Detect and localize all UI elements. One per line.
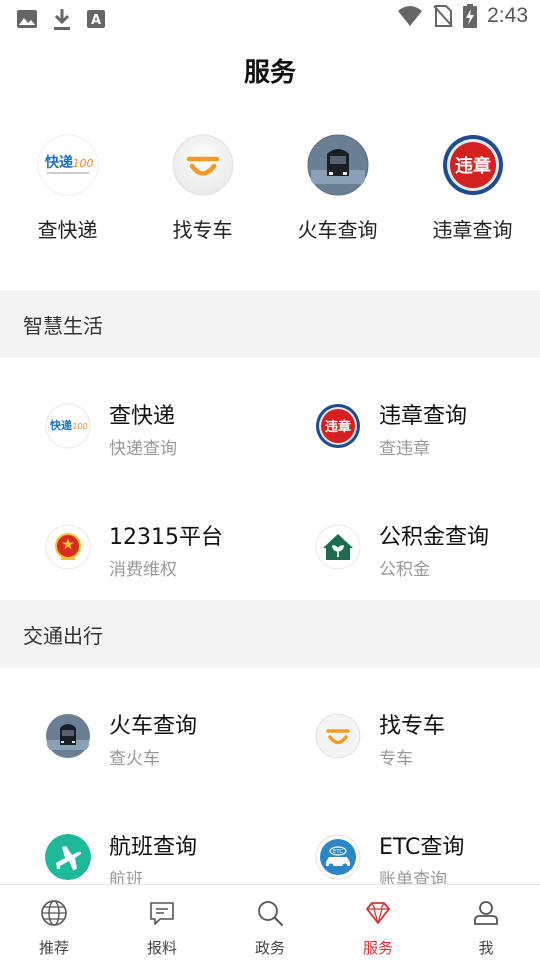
nav-tab-report[interactable]: 报料 [108,885,216,961]
violation-badge-icon: 违章 [442,134,504,196]
service-title: 12315平台 [109,525,223,550]
nav-tab-recommend[interactable]: 推荐 [0,885,108,961]
section-title: 智慧生活 [23,314,103,338]
kuaidi-logo-number: 100 [72,422,87,431]
national-emblem-icon [45,524,91,570]
kuaidi-logo-text: 快递 [49,418,72,432]
violation-logo-text: 违章 [455,155,491,177]
quick-link-train[interactable]: 火车查询 [270,134,405,243]
font-notification-icon: A [87,10,105,28]
search-icon [258,901,283,926]
no-sim-icon [433,5,453,27]
svg-text:A: A [91,13,101,28]
quick-links-grid: 快递 100 查快递 找专车 火车查询 违章 违章查询 [0,134,540,244]
page-title: 服务 [243,58,296,88]
etc-logo-text: ETC [333,849,344,855]
globe-icon [41,900,67,926]
service-subtitle: 专车 [379,749,413,769]
wifi-icon [398,6,423,26]
service-item-housing-fund[interactable]: 公积金查询 公积金 [270,479,540,600]
kuaidi100-logo-icon: 快递 100 [37,134,99,196]
service-item-violation[interactable]: 违章 违章查询 查违章 [270,358,540,479]
status-bar: A 2:43 [0,0,540,36]
service-title: 火车查询 [109,714,198,739]
nav-tab-service[interactable]: 服务 [324,885,432,961]
diamond-icon [366,902,390,924]
section-header-smart-life: 智慧生活 [0,290,540,358]
service-item-car[interactable]: 找专车 专车 [270,668,540,789]
service-title: 违章查询 [379,404,468,429]
airplane-icon [45,834,91,880]
didi-logo-icon [172,134,234,196]
section-header-transport: 交通出行 [0,600,540,668]
battery-charging-icon [463,4,478,28]
user-icon [474,901,498,925]
kuaidi100-logo-icon: 快递 100 [45,403,91,449]
service-subtitle: 快递查询 [109,439,177,459]
chat-icon [150,902,174,925]
section-title: 交通出行 [23,624,103,648]
image-notification-icon [17,10,37,28]
house-icon [315,524,361,570]
quick-link-label: 火车查询 [297,218,378,242]
service-title: 查快递 [109,404,176,429]
quick-link-violation[interactable]: 违章 违章查询 [405,134,540,243]
quick-link-express[interactable]: 快递 100 查快递 [0,134,135,243]
quick-link-label: 找专车 [172,218,233,242]
nav-label: 我 [478,939,494,957]
nav-label: 推荐 [38,939,69,957]
nav-label: 政务 [254,939,285,957]
service-title: 找专车 [379,714,446,739]
service-title: ETC查询 [379,835,465,860]
service-subtitle: 公积金 [379,560,430,580]
service-title: 航班查询 [109,835,198,860]
quick-link-car[interactable]: 找专车 [135,134,270,243]
service-item-train[interactable]: 火车查询 查火车 [0,668,270,789]
nav-tab-me[interactable]: 我 [432,885,540,961]
service-item-express[interactable]: 快递 100 查快递 快递查询 [0,358,270,479]
etc-car-icon: ETC [315,834,361,880]
kuaidi-logo-text: 快递 [45,154,73,171]
kuaidi-logo-number: 100 [72,157,93,170]
bottom-navigation: 推荐 报料 政务 服务 我 [0,884,540,961]
violation-logo-text: 违章 [325,419,351,435]
quick-link-label: 查快递 [37,218,98,242]
service-subtitle: 消费维权 [109,560,177,580]
service-subtitle: 查火车 [109,749,160,769]
didi-logo-icon [315,713,361,759]
service-item-12315[interactable]: 12315平台 消费维权 [0,479,270,600]
nav-label: 报料 [146,939,177,957]
nav-tab-government[interactable]: 政务 [216,885,324,961]
status-time: 2:43 [487,4,528,27]
train-icon [307,134,369,196]
train-icon [45,713,91,759]
quick-link-label: 违章查询 [432,218,513,242]
download-notification-icon [54,9,70,30]
service-subtitle: 查违章 [379,439,430,459]
violation-badge-icon: 违章 [315,403,361,449]
service-title: 公积金查询 [379,525,490,550]
nav-label: 服务 [362,939,393,957]
